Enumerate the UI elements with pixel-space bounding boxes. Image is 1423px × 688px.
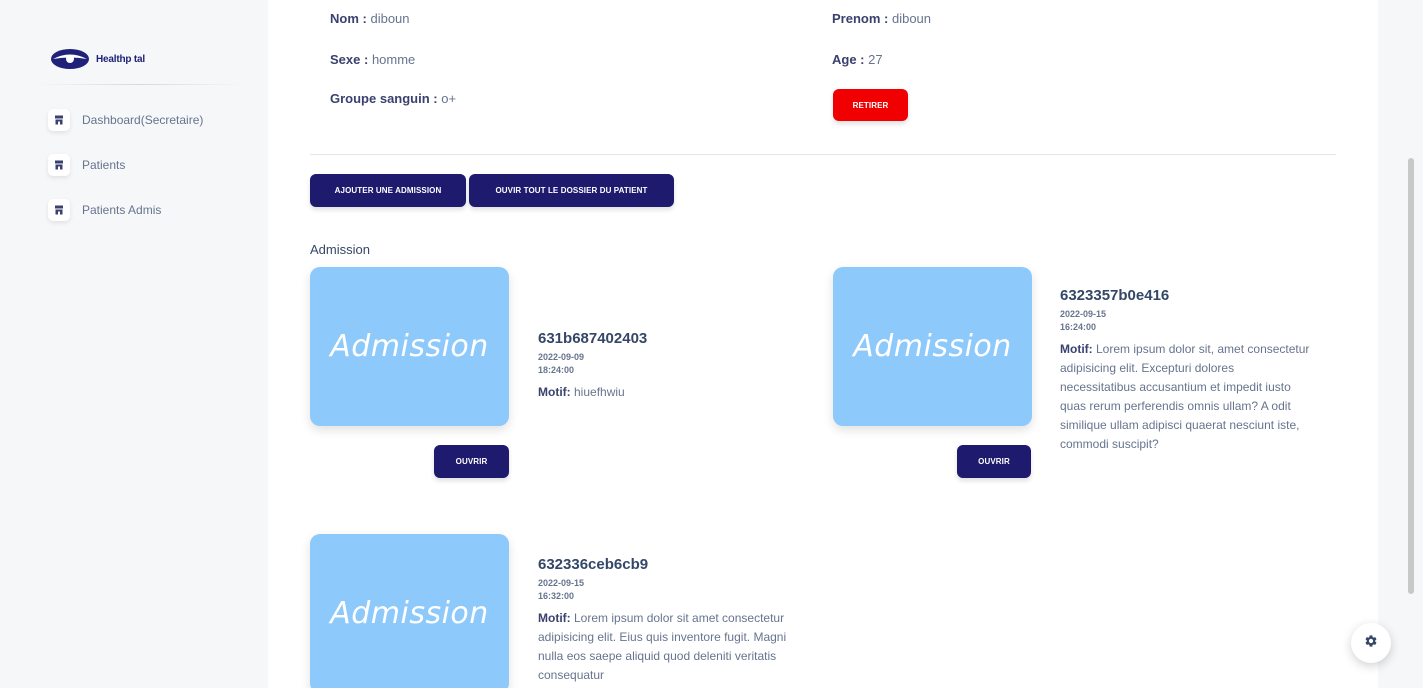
groupe-value: o+ xyxy=(441,91,457,106)
admission-image: Admission xyxy=(833,267,1032,426)
sexe-label: Sexe : xyxy=(330,52,369,67)
admission-id: 631b687402403 xyxy=(538,330,648,347)
patient-prenom: Prenom : diboun xyxy=(832,11,931,26)
sidebar-item-dashboard[interactable]: Dashboard(Secretaire) xyxy=(48,109,203,131)
open-patient-file-button[interactable]: OUVIR TOUT LE DOSSIER DU PATIENT xyxy=(469,174,674,207)
sidebar-item-patients[interactable]: Patients xyxy=(48,154,203,176)
section-divider xyxy=(310,154,1336,155)
admission-image-text: Admission xyxy=(330,596,489,631)
admission-info: 632336ceb6cb9 2022-09-15 16:32:00 Motif:… xyxy=(538,556,788,688)
admission-motif: Motif: hiuefhwiu xyxy=(538,383,788,402)
sidebar-item-label: Patients xyxy=(82,158,126,172)
admission-image: Admission xyxy=(310,534,509,688)
admission-info: 631b687402403 2022-09-09 18:24:00 Motif:… xyxy=(538,330,788,402)
sidebar: Healthp tal Dashboard(Secretaire) Patien… xyxy=(10,8,265,688)
sidebar-divider xyxy=(35,84,245,85)
admission-date: 2022-09-09 xyxy=(538,352,585,362)
gear-icon xyxy=(1364,634,1378,653)
retirer-button[interactable]: RETIRER xyxy=(833,89,908,121)
admission-motif: Motif: Lorem ipsum dolor sit, amet conse… xyxy=(1060,340,1310,454)
admission-image-text: Admission xyxy=(330,329,489,364)
sidebar-item-patients-admis[interactable]: Patients Admis xyxy=(48,199,203,221)
admission-date: 2022-09-15 xyxy=(538,578,585,588)
admission-info: 6323357b0e416 2022-09-15 16:24:00 Motif:… xyxy=(1060,287,1310,454)
admission-motif: Motif: Lorem ipsum dolor sit amet consec… xyxy=(538,609,788,685)
prenom-value: diboun xyxy=(891,11,932,26)
motif-text: Lorem ipsum dolor sit, amet consectetur … xyxy=(1060,342,1310,451)
age-label: Age : xyxy=(832,52,865,67)
brand-name: Healthp tal xyxy=(96,53,145,65)
sexe-value: homme xyxy=(371,52,416,67)
brand-logo[interactable]: Healthp tal xyxy=(50,48,145,70)
motif-label: Motif: xyxy=(1060,342,1093,356)
admission-image-text: Admission xyxy=(853,329,1012,364)
admission-date: 2022-09-15 xyxy=(1060,309,1107,319)
motif-label: Motif: xyxy=(538,385,571,399)
patient-age: Age : 27 xyxy=(832,52,883,67)
admission-id: 6323357b0e416 xyxy=(1060,287,1170,304)
store-icon xyxy=(48,199,70,221)
motif-label: Motif: xyxy=(538,611,571,625)
motif-text: Lorem ipsum dolor sit amet consectetur a… xyxy=(538,611,787,682)
patient-groupe-sanguin: Groupe sanguin : o+ xyxy=(330,91,456,106)
open-admission-button[interactable]: OUVRIR xyxy=(434,445,509,478)
groupe-label: Groupe sanguin : xyxy=(330,91,438,106)
sidebar-nav: Dashboard(Secretaire) Patients Patients … xyxy=(48,109,203,244)
admission-time: 18:24:00 xyxy=(538,365,575,375)
open-admission-button[interactable]: OUVRIR xyxy=(957,445,1031,478)
store-icon xyxy=(48,154,70,176)
age-value: 27 xyxy=(868,52,883,67)
prenom-label: Prenom : xyxy=(832,11,889,26)
motif-text: hiuefhwiu xyxy=(574,385,625,399)
settings-button[interactable] xyxy=(1351,623,1391,663)
patient-nom: Nom : diboun xyxy=(330,11,410,26)
nom-label: Nom : xyxy=(330,11,367,26)
scrollbar-thumb[interactable] xyxy=(1408,158,1414,594)
sidebar-item-label: Patients Admis xyxy=(82,203,162,217)
admission-time: 16:24:00 xyxy=(1060,322,1097,332)
admission-id: 632336ceb6cb9 xyxy=(538,556,649,573)
add-admission-button[interactable]: AJOUTER UNE ADMISSION xyxy=(310,174,466,207)
admission-section-title: Admission xyxy=(310,242,370,257)
store-icon xyxy=(48,109,70,131)
admission-image: Admission xyxy=(310,267,509,426)
sidebar-item-label: Dashboard(Secretaire) xyxy=(82,113,204,127)
logo-eye-icon xyxy=(50,48,90,70)
patient-sexe: Sexe : homme xyxy=(330,52,415,67)
nom-value: diboun xyxy=(370,11,410,26)
main-content: Nom : diboun Prenom : diboun Sexe : homm… xyxy=(268,0,1378,688)
admission-time: 16:32:00 xyxy=(538,591,575,601)
